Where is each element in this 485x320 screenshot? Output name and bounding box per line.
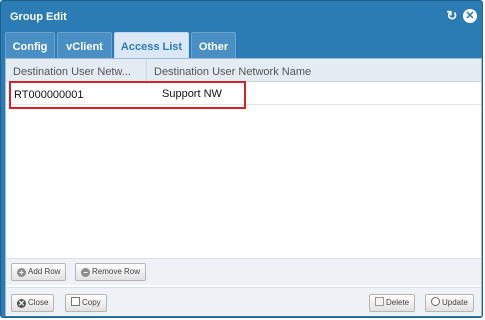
add-icon: + [17, 268, 26, 277]
delete-label: Delete [386, 298, 410, 307]
remove-icon: − [81, 268, 90, 277]
grid-header: Destination User Netw... Destination Use… [6, 59, 481, 82]
dialog-title: Group Edit [10, 11, 67, 23]
copy-label: Copy [82, 298, 101, 307]
cell-destination-user-network[interactable]: RT000000001 [14, 89, 84, 101]
table-row[interactable]: RT000000001 Support NW [6, 83, 481, 105]
copy-icon [71, 297, 80, 306]
copy-button[interactable]: Copy [65, 294, 107, 312]
cell-destination-user-network-name[interactable]: Support NW [162, 88, 222, 100]
refresh-icon[interactable]: ↻ [445, 9, 459, 23]
add-row-button[interactable]: + Add Row [11, 263, 67, 281]
column-header-destination-user-network[interactable]: Destination User Netw... [6, 59, 147, 82]
remove-row-label: Remove Row [92, 267, 141, 276]
close-icon[interactable]: ✕ [463, 9, 477, 23]
close-label: Close [28, 298, 49, 307]
footer-bar: ✕ Close Copy Delete Update [6, 287, 481, 316]
update-label: Update [442, 298, 468, 307]
close-circle-icon: ✕ [17, 299, 26, 308]
close-button[interactable]: ✕ Close [11, 294, 55, 312]
grid-toolbar: + Add Row − Remove Row [6, 258, 481, 285]
cloud-upload-icon [431, 297, 440, 306]
tab-vclient[interactable]: vClient [57, 32, 112, 58]
column-header-destination-user-network-name[interactable]: Destination User Network Name [147, 59, 483, 82]
delete-button[interactable]: Delete [369, 294, 416, 312]
tab-other[interactable]: Other [191, 32, 236, 58]
access-list-panel: Destination User Netw... Destination Use… [5, 58, 482, 316]
title-bar[interactable]: Group Edit ↻ ✕ [1, 1, 482, 31]
add-row-label: Add Row [28, 267, 61, 276]
group-edit-dialog: Group Edit ↻ ✕ Config vClient Access Lis… [0, 0, 483, 318]
tab-config[interactable]: Config [5, 32, 55, 58]
trash-icon [375, 297, 384, 306]
tab-access-list[interactable]: Access List [114, 32, 189, 58]
remove-row-button[interactable]: − Remove Row [75, 263, 147, 281]
update-button[interactable]: Update [425, 294, 474, 312]
